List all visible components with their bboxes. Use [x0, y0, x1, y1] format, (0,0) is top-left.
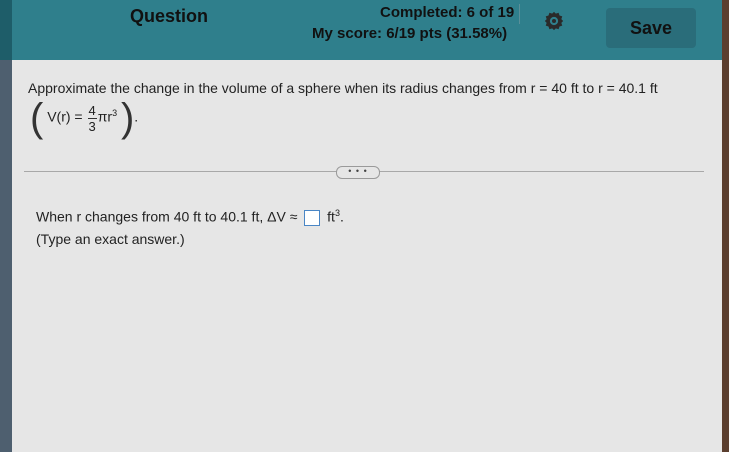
formula-end: .: [134, 108, 139, 125]
completed-status: Completed: 6 of 19: [380, 4, 515, 21]
to-word: to: [582, 80, 595, 96]
answer-unit: ft: [327, 208, 335, 225]
answer-lead: When r changes from 40 ft to 40.1 ft, ΔV…: [36, 208, 298, 225]
prompt-text: Approximate the change in the volume of …: [28, 80, 531, 96]
answer-input[interactable]: [304, 209, 321, 226]
unit-from: ft: [570, 80, 579, 96]
formula-exponent: 3: [112, 108, 118, 119]
header-divider: [519, 4, 520, 24]
unit-to: ft: [649, 80, 658, 96]
volume-formula: ( V(r) = 4 3 πr3 ).: [30, 98, 138, 138]
formula-lhs: V(r) =: [47, 108, 83, 125]
header-edge-strip: [0, 0, 12, 60]
left-edge: [0, 60, 12, 452]
save-button[interactable]: Save: [606, 8, 696, 48]
formula-fraction: 4 3: [87, 102, 97, 134]
fraction-denominator: 3: [88, 118, 96, 134]
question-label: Question: [130, 6, 209, 26]
gear-icon[interactable]: [543, 10, 565, 32]
problem-prompt: Approximate the change in the volume of …: [28, 80, 658, 96]
more-options-button[interactable]: • • •: [336, 166, 380, 179]
formula-rhs: πr: [97, 108, 113, 125]
question-panel: Approximate the change in the volume of …: [12, 60, 722, 452]
radius-from: r = 40: [530, 80, 567, 96]
score-status: My score: 6/19 pts (31.58%): [312, 25, 508, 42]
answer-end: .: [339, 208, 344, 225]
answer-hint: (Type an exact answer.): [36, 231, 185, 247]
fraction-numerator: 4: [87, 102, 97, 119]
open-paren: (: [30, 96, 44, 140]
close-paren: ): [120, 96, 135, 140]
header-bar: Question Completed: 6 of 19 My score: 6/…: [0, 0, 729, 60]
right-edge: [722, 0, 729, 452]
radius-to: r = 40.1: [598, 80, 646, 96]
answer-line: When r changes from 40 ft to 40.1 ft, ΔV…: [36, 208, 344, 226]
